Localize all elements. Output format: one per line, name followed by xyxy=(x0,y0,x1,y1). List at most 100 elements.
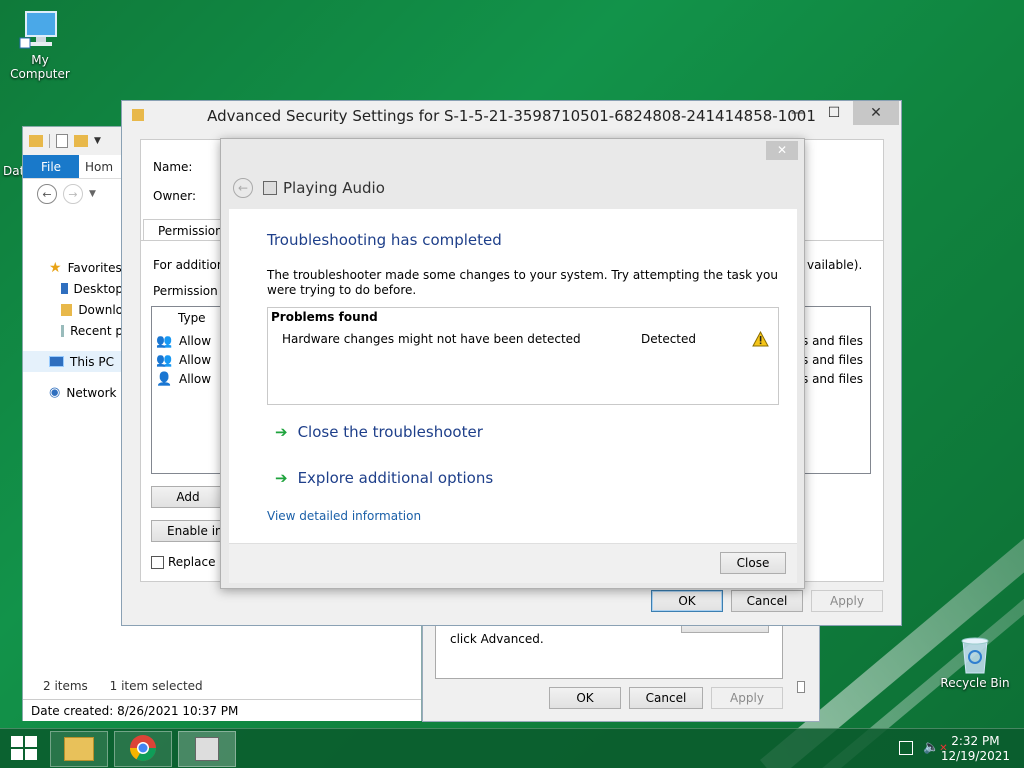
nav-item-label: Downlo xyxy=(78,302,123,317)
nav-item-favorites[interactable]: ★ Favorites xyxy=(23,257,123,278)
status-item-count: 2 items xyxy=(43,679,88,693)
explore-options-link[interactable]: ➔ Explore additional options xyxy=(275,469,493,487)
window-title: Advanced Security Settings for S-1-5-21-… xyxy=(207,107,816,125)
type-cell: Allow xyxy=(179,334,212,348)
navigation-pane: ★ Favorites Desktop Downlo Recent p This… xyxy=(23,257,123,403)
advanced-cancel-button[interactable]: Cancel xyxy=(731,590,803,612)
completion-heading: Troubleshooting has completed xyxy=(267,231,502,249)
folder-icon xyxy=(64,737,94,761)
nav-item-label: Favorites xyxy=(67,260,122,275)
column-header-type[interactable]: Type xyxy=(178,311,206,325)
view-detailed-information-link[interactable]: View detailed information xyxy=(267,509,421,523)
explorer-status-bar: 2 items 1 item selected xyxy=(43,679,203,693)
new-folder-icon[interactable] xyxy=(74,135,88,147)
nav-item-network[interactable]: ◉ Network xyxy=(23,382,123,403)
troubleshooter-footer: Close xyxy=(229,543,797,583)
advanced-title-bar: Advanced Security Settings for S-1-5-21-… xyxy=(122,101,901,131)
clock-date: 12/19/2021 xyxy=(940,749,1010,763)
network-icon: ◉ xyxy=(49,385,61,400)
green-arrow-icon: ➔ xyxy=(275,469,288,487)
scrollbar-handle[interactable] xyxy=(797,681,805,693)
ribbon-tab-home[interactable]: Hom xyxy=(79,155,119,178)
nav-item-downloads[interactable]: Downlo xyxy=(23,299,123,320)
permission-entries-label: Permission e xyxy=(153,284,229,298)
problem-text: Hardware changes might not have been det… xyxy=(282,332,581,346)
enable-inheritance-button[interactable]: Enable inh xyxy=(151,520,225,542)
header-title: Playing Audio xyxy=(283,179,385,197)
minimize-icon: — xyxy=(791,105,805,121)
close-icon: ✕ xyxy=(776,143,788,157)
computer-icon xyxy=(18,10,62,50)
nav-item-this-pc[interactable]: This PC xyxy=(23,351,123,372)
advanced-apply-button[interactable]: Apply xyxy=(811,590,883,612)
properties-info-text: click Advanced. xyxy=(450,632,544,646)
replace-child-checkbox-row[interactable]: Replace al xyxy=(151,555,230,569)
windows-logo-icon xyxy=(11,735,37,763)
warning-icon xyxy=(752,330,769,350)
taskbar-chrome[interactable] xyxy=(114,731,172,767)
checkbox[interactable] xyxy=(151,555,164,569)
troubleshooter-app-icon xyxy=(195,737,219,761)
applies-cell: s and files xyxy=(802,353,863,367)
taskbar-file-explorer[interactable] xyxy=(50,731,108,767)
start-button[interactable] xyxy=(0,729,48,768)
minimize-button[interactable]: — xyxy=(783,101,813,125)
properties-icon[interactable] xyxy=(56,134,68,148)
troubleshooter-header: Playing Audio xyxy=(263,179,385,197)
system-clock[interactable]: 2:32 PM 12/19/2021 xyxy=(941,734,1010,764)
separator xyxy=(49,134,50,148)
properties-apply-button[interactable]: Apply xyxy=(711,687,783,709)
problems-found-box: Problems found Hardware changes might no… xyxy=(267,307,779,405)
close-icon: ✕ xyxy=(870,105,882,121)
properties-ok-button[interactable]: OK xyxy=(549,687,621,709)
back-button[interactable]: ← xyxy=(233,178,253,198)
nav-item-recent[interactable]: Recent p xyxy=(23,320,123,341)
star-icon: ★ xyxy=(49,259,62,276)
tab-label: Permissions xyxy=(158,224,229,238)
arrow-right-icon: → xyxy=(68,187,78,201)
this-pc-icon xyxy=(49,356,64,367)
forward-button[interactable]: → xyxy=(63,184,83,204)
chevron-down-icon[interactable]: ▼ xyxy=(94,136,101,146)
properties-cancel-button[interactable]: Cancel xyxy=(629,687,703,709)
close-window-button[interactable]: ✕ xyxy=(853,101,899,125)
troubleshooter-dialog: ✕ ← Playing Audio Troubleshooting has co… xyxy=(220,138,805,589)
chevron-down-icon[interactable]: ▼ xyxy=(89,189,96,199)
network-status-icon[interactable] xyxy=(899,741,913,755)
problem-status: Detected xyxy=(641,332,697,346)
nav-item-desktop[interactable]: Desktop xyxy=(23,278,123,299)
speaker-icon xyxy=(263,181,277,195)
taskbar-troubleshooter[interactable] xyxy=(178,731,236,767)
nav-item-label: Desktop xyxy=(73,281,124,296)
applies-cell: s and files xyxy=(802,334,863,348)
nav-item-label: Recent p xyxy=(70,323,123,338)
applies-cell: s and files xyxy=(802,372,863,386)
add-button[interactable]: Add xyxy=(151,486,225,508)
maximize-button[interactable]: ☐ xyxy=(819,101,849,125)
troubleshooter-close-button[interactable]: Close xyxy=(720,552,786,574)
back-button[interactable]: ← xyxy=(37,184,57,204)
downloads-folder-icon xyxy=(61,303,73,316)
arrow-left-icon: ← xyxy=(237,181,249,195)
recycle-bin-icon xyxy=(953,633,997,674)
ribbon-tab-file[interactable]: File xyxy=(23,155,79,178)
available-text: vailable). xyxy=(807,258,863,272)
desktop-icon xyxy=(61,283,68,294)
desktop-icon-my-computer[interactable]: My Computer xyxy=(0,10,80,81)
advanced-ok-button[interactable]: OK xyxy=(651,590,723,612)
chrome-icon xyxy=(129,734,157,765)
completion-description: The troubleshooter made some changes to … xyxy=(267,268,778,297)
maximize-icon: ☐ xyxy=(827,105,841,121)
folder-icon xyxy=(132,109,144,121)
problem-row[interactable]: Hardware changes might not have been det… xyxy=(282,330,776,350)
user-icon: 👤 xyxy=(156,372,173,387)
type-cell: Allow xyxy=(179,353,212,367)
green-arrow-icon: ➔ xyxy=(275,423,288,441)
close-dialog-button[interactable]: ✕ xyxy=(766,141,798,160)
desktop-icon-recycle-bin[interactable]: Recycle Bin xyxy=(935,633,1015,690)
troubleshooter-body: Troubleshooting has completed The troubl… xyxy=(229,209,797,543)
name-label: Name: xyxy=(153,160,193,174)
close-troubleshooter-link[interactable]: ➔ Close the troubleshooter xyxy=(275,423,483,441)
nav-item-label: Network xyxy=(66,385,117,400)
owner-label: Owner: xyxy=(153,189,197,203)
